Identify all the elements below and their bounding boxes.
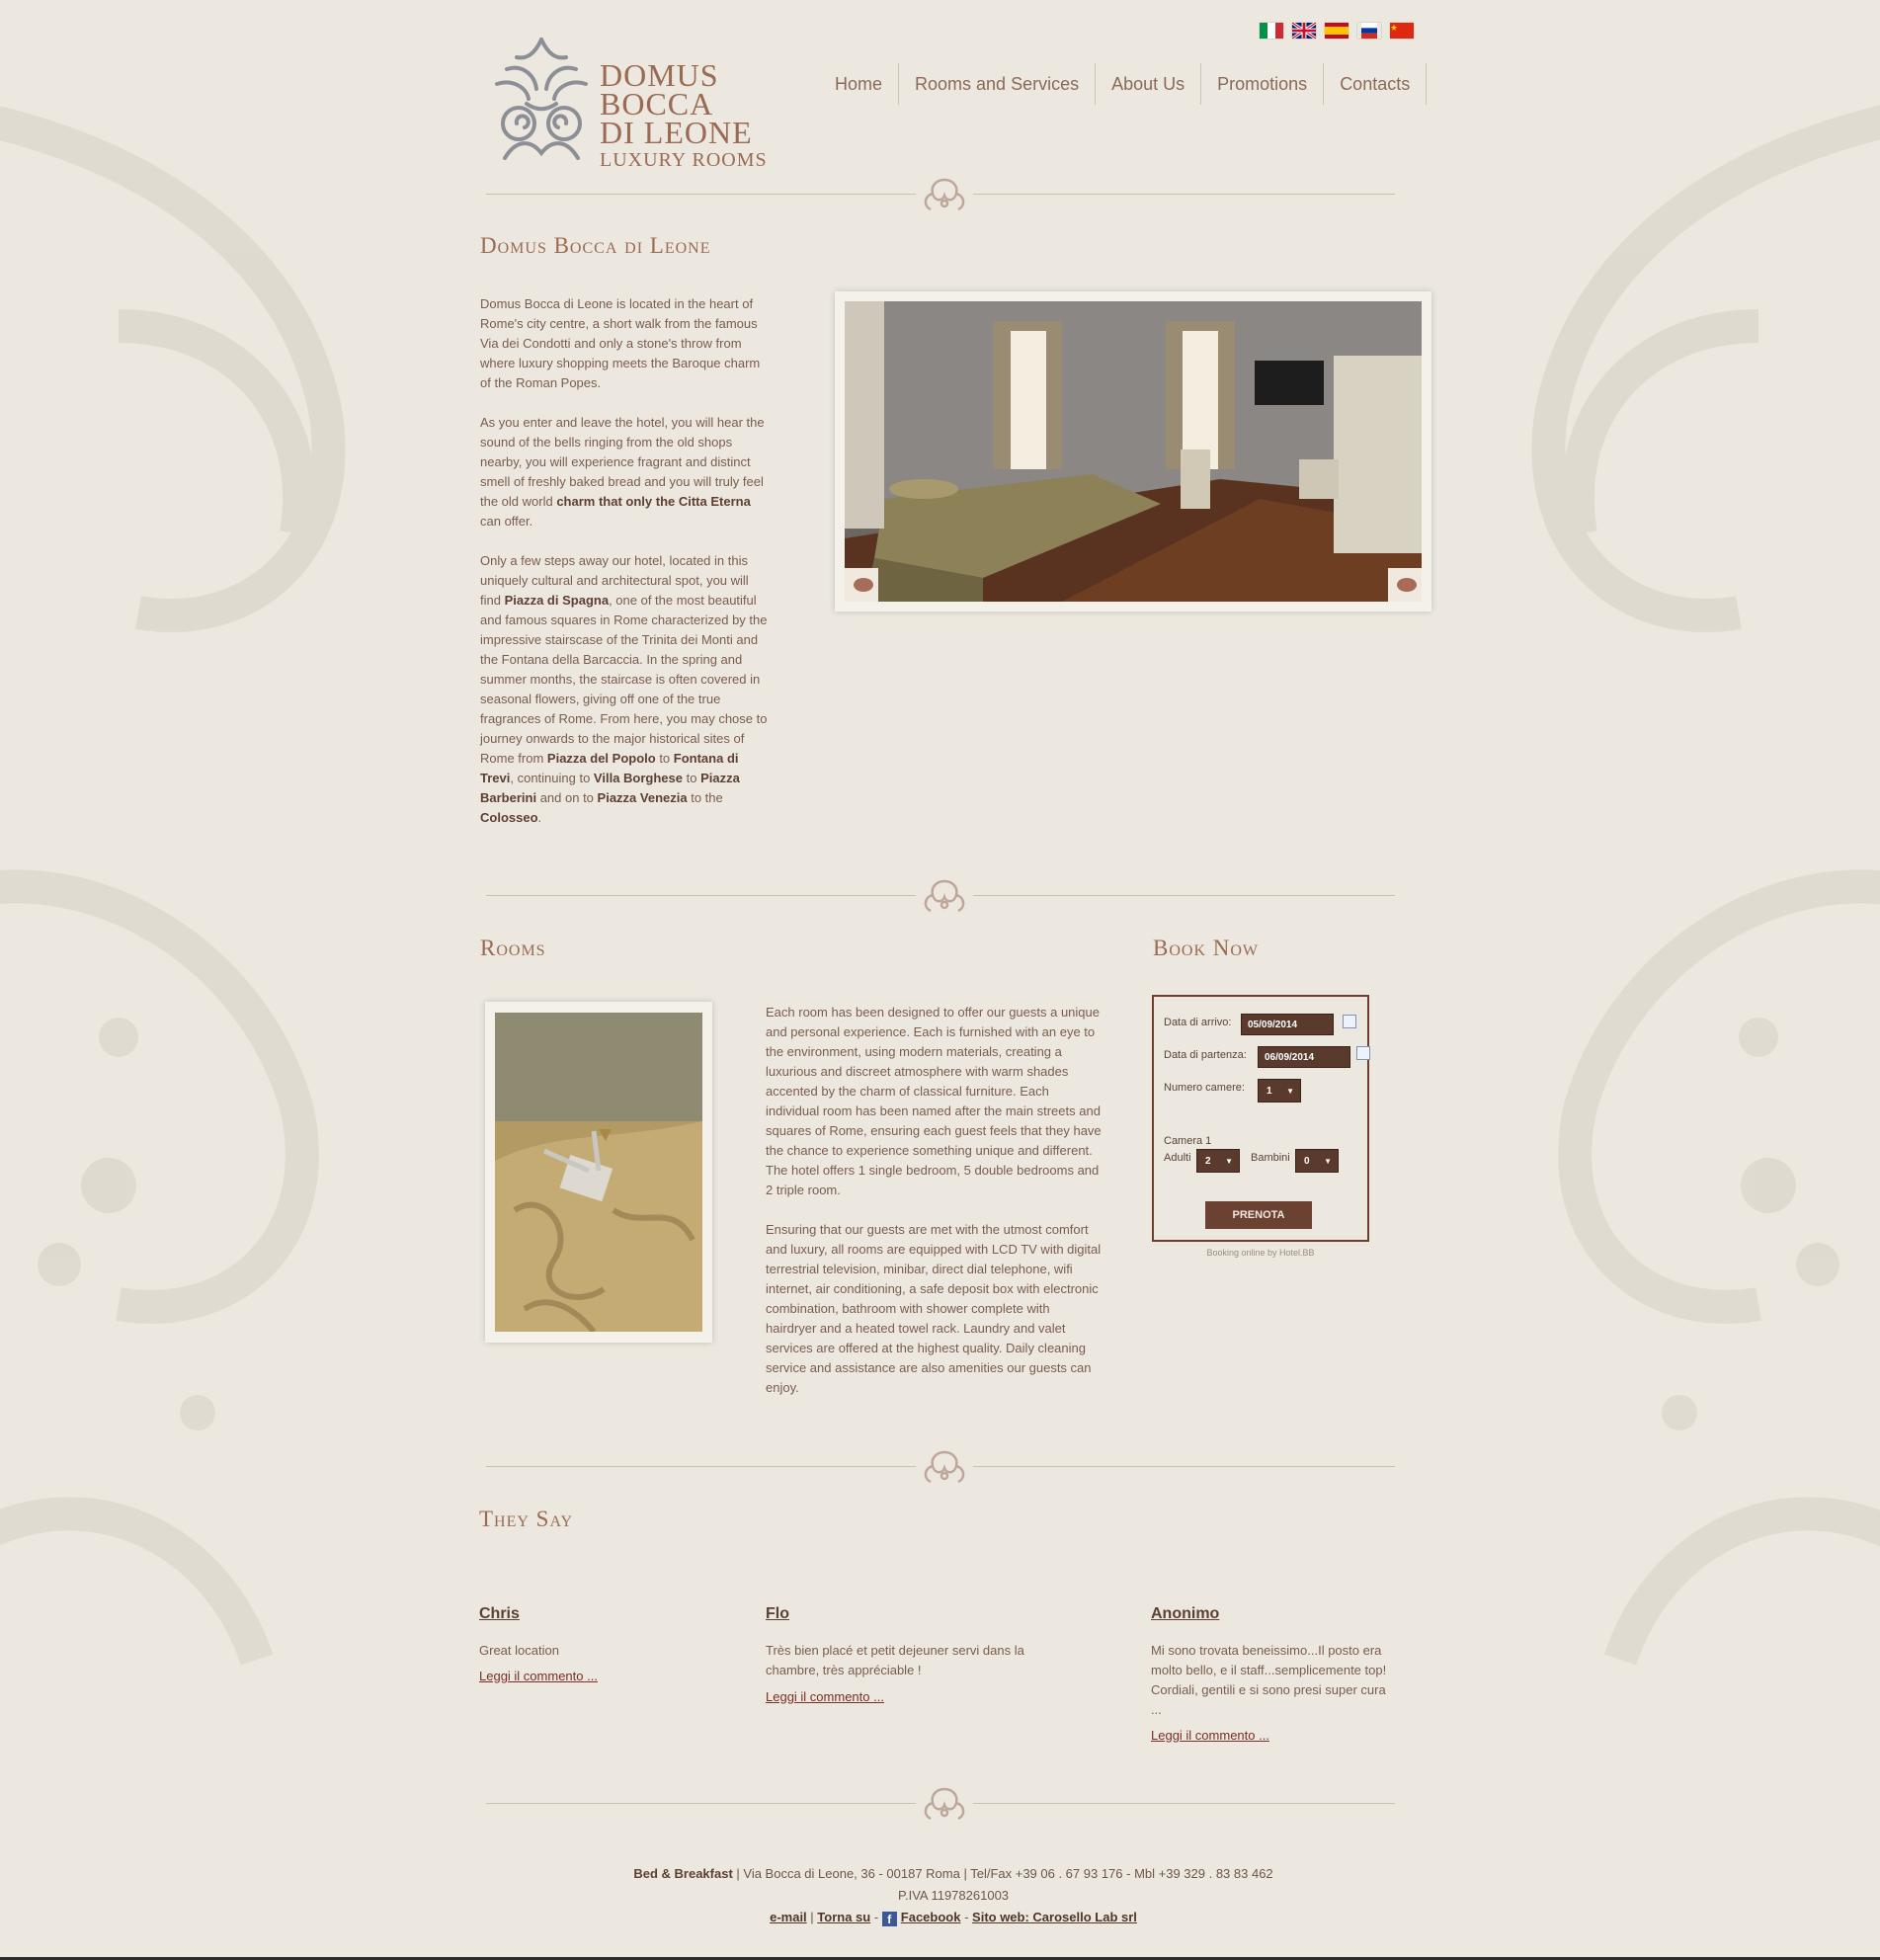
arrival-label: Data di arrivo:: [1164, 1017, 1232, 1028]
logo-line-3: DI LEONE: [600, 115, 753, 150]
footer-address: Bed & Breakfast | Via Bocca di Leone, 36…: [633, 1866, 1273, 1881]
departure-label: Data di partenza:: [1164, 1049, 1247, 1061]
ornament-icon: [924, 1787, 965, 1821]
facebook-link[interactable]: Facebook: [901, 1910, 961, 1924]
place-name: Piazza Venezia: [597, 790, 688, 805]
intro-text-segment: to: [655, 751, 674, 766]
place-name: Colosseo: [480, 810, 538, 825]
review-read-more-link[interactable]: Leggi il commento ...: [1151, 1728, 1269, 1743]
intro-paragraph-2: As you enter and leave the hotel, you wi…: [480, 415, 765, 529]
intro-text-segment: .: [537, 810, 542, 825]
main-navigation: Home Rooms and Services About Us Promoti…: [819, 63, 1428, 105]
footer-vat: P.IVA 11978261003: [897, 1888, 1010, 1903]
calendar-icon[interactable]: [1356, 1046, 1370, 1060]
slideshow-next-button[interactable]: [1388, 568, 1422, 602]
booking-credit: Booking online by Hotel.BB: [1206, 1248, 1315, 1258]
room-1-label: Camera 1: [1164, 1135, 1212, 1147]
website-credit-link[interactable]: Sito web: Carosello Lab srl: [972, 1910, 1137, 1924]
back-to-top-link[interactable]: Torna su: [817, 1910, 870, 1924]
email-link[interactable]: e-mail: [770, 1910, 807, 1924]
intro-text-segment: and on to: [536, 790, 598, 805]
chevron-down-icon: ▼: [1225, 1157, 1233, 1166]
arrow-left-icon: [854, 578, 873, 592]
chevron-down-icon: ▼: [1324, 1157, 1332, 1166]
room-detail-photo-frame: [485, 1002, 712, 1343]
place-name: Piazza di Spagna: [504, 593, 610, 608]
children-label: Bambini: [1251, 1152, 1290, 1164]
review-read-more-link[interactable]: Leggi il commento ...: [479, 1669, 598, 1683]
booking-form: Data di arrivo: 05/09/2014 Data di parte…: [1152, 995, 1370, 1242]
review-text: Mi sono trovata beneissimo...Il posto er…: [1151, 1643, 1387, 1717]
footer-brand: Bed & Breakfast: [633, 1866, 733, 1881]
language-selector: [1260, 23, 1414, 39]
russia-flag-icon[interactable]: [1357, 23, 1381, 39]
logo-subtitle: LUXURY ROOMS: [600, 149, 768, 171]
room-photo: [845, 301, 1422, 602]
review-author-chris[interactable]: Chris: [479, 1605, 520, 1623]
lion-emblem-icon: [495, 38, 588, 160]
logo-wordmark: DOMUS BOCCA DI LEONE LUXURY ROOMS: [600, 59, 768, 171]
intro-text-segment: to: [683, 771, 701, 785]
section-divider: [486, 1785, 1395, 1821]
uk-flag-icon[interactable]: [1292, 23, 1316, 39]
section-divider: [486, 877, 1395, 913]
nav-rooms-and-services[interactable]: Rooms and Services: [899, 63, 1097, 105]
calendar-icon[interactable]: [1343, 1015, 1356, 1028]
ornament-icon: [924, 178, 965, 211]
ornament-icon: [924, 1450, 965, 1484]
rooms-count-select[interactable]: 1 ▼: [1258, 1079, 1301, 1102]
nav-home[interactable]: Home: [819, 63, 900, 105]
nav-promotions[interactable]: Promotions: [1201, 63, 1325, 105]
intro-text-segment: , one of the most beautiful and famous s…: [480, 593, 768, 766]
rooms-text: Each room has been designed to offer our…: [766, 1003, 1102, 1418]
review-text: Très bien placé et petit dejeuner servi …: [766, 1643, 1024, 1677]
rooms-count-label: Numero camere:: [1164, 1082, 1245, 1094]
intro-paragraph-3: Only a few steps away our hotel, located…: [480, 551, 772, 828]
review-read-more-link[interactable]: Leggi il commento ...: [766, 1689, 884, 1704]
facebook-icon: f: [881, 1912, 897, 1926]
review-author-flo[interactable]: Flo: [766, 1605, 789, 1623]
departure-date-input[interactable]: 06/09/2014: [1258, 1046, 1350, 1068]
nav-contacts[interactable]: Contacts: [1324, 63, 1428, 105]
adults-label: Adulti: [1164, 1152, 1191, 1164]
footer-links: e-mail | Torna su - f Facebook - Sito web…: [770, 1910, 1137, 1926]
rooms-paragraph-1: Each room has been designed to offer our…: [766, 1005, 1102, 1197]
slideshow-prev-button[interactable]: [845, 568, 878, 602]
place-name: Villa Borghese: [593, 771, 683, 785]
arrival-date-input[interactable]: 05/09/2014: [1241, 1014, 1334, 1035]
ornament-icon: [924, 879, 965, 913]
review-author-anonimo[interactable]: Anonimo: [1151, 1605, 1219, 1623]
intro-title: Domus Bocca di Leone: [480, 233, 711, 258]
review-text: Great location: [479, 1643, 559, 1658]
intro-text-segment: , continuing to: [510, 771, 594, 785]
rooms-title: Rooms: [480, 936, 546, 960]
place-name: Piazza del Popolo: [546, 751, 656, 766]
china-flag-icon[interactable]: [1390, 23, 1414, 39]
page-container: DOMUS BOCCA DI LEONE LUXURY ROOMS Home R…: [479, 0, 1431, 1960]
booking-title: Book Now: [1153, 936, 1260, 960]
book-button[interactable]: PRENOTA: [1205, 1201, 1312, 1229]
chevron-down-icon: ▼: [1286, 1087, 1294, 1096]
footer: Bed & Breakfast | Via Bocca di Leone, 36…: [479, 1863, 1428, 1928]
section-divider: [486, 176, 1395, 211]
italy-flag-icon[interactable]: [1260, 23, 1283, 39]
intro-text: Domus Bocca di Leone is located in the h…: [480, 294, 772, 848]
spain-flag-icon[interactable]: [1325, 23, 1349, 39]
rooms-paragraph-2: Ensuring that our guests are met with th…: [766, 1222, 1102, 1395]
room-keys-photo: [495, 1013, 702, 1332]
arrow-right-icon: [1397, 578, 1417, 592]
nav-about-us[interactable]: About Us: [1096, 63, 1202, 105]
room-slideshow: [835, 291, 1431, 612]
intro-paragraph-1: Domus Bocca di Leone is located in the h…: [480, 296, 761, 390]
reviews-title: They Say: [479, 1507, 574, 1531]
adults-select[interactable]: 2 ▼: [1196, 1149, 1240, 1173]
section-divider: [486, 1448, 1395, 1484]
intro-text-segment: to the: [687, 790, 723, 805]
children-select[interactable]: 0 ▼: [1295, 1149, 1339, 1173]
